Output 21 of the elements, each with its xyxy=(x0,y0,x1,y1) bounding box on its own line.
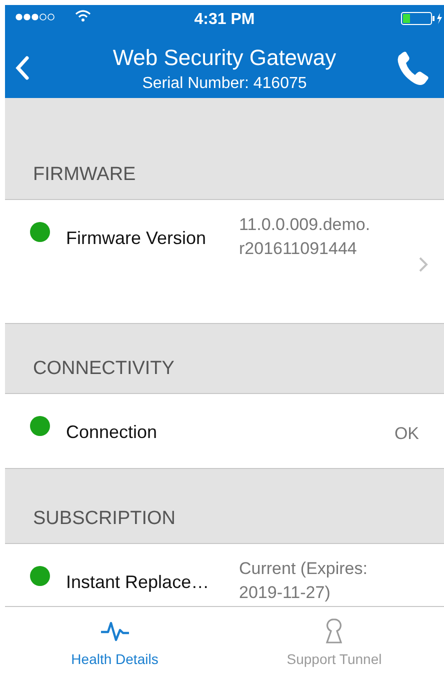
screen-title: Web Security Gateway xyxy=(112,44,336,72)
back-chevron-icon xyxy=(15,56,29,80)
status-time: 4:31 PM xyxy=(194,10,255,30)
heartbeat-icon xyxy=(100,620,130,642)
call-button[interactable] xyxy=(396,51,430,87)
wifi-icon xyxy=(75,10,91,22)
row-value: 11.0.0.009.demo.r201611091444 xyxy=(239,214,372,260)
row-label: Instant Replace… xyxy=(66,571,210,594)
row-label: Firmware Version xyxy=(66,227,208,250)
section-header: CONNECTIVITY xyxy=(33,356,174,380)
row-label: Connection xyxy=(66,421,158,444)
keyhole-icon xyxy=(325,618,344,644)
row-value: Current (Expires: 2019-11-27) xyxy=(239,558,368,604)
phone-icon xyxy=(396,51,430,87)
tab-bar-item[interactable]: Health Details xyxy=(5,607,224,673)
battery-icon xyxy=(401,12,443,25)
section-header: FIRMWARE xyxy=(33,162,136,186)
section-header: SUBSCRIPTION xyxy=(33,506,176,530)
row-value: OK xyxy=(394,423,419,445)
tab-bar-item[interactable]: Support Tunnel xyxy=(224,607,444,673)
serial-number: Serial Number: 416075 xyxy=(142,74,307,94)
